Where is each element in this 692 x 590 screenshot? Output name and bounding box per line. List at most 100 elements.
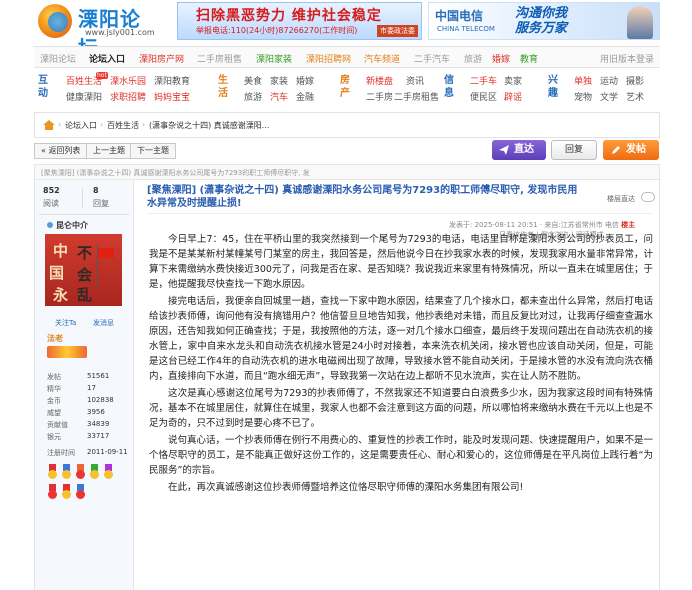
nav-item[interactable]: 教育 (520, 52, 538, 65)
nav-item[interactable]: 二手房租售 (197, 52, 242, 65)
banner2-brand-sub: CHINA TELECOM (437, 25, 495, 33)
cat-link[interactable]: 卖家 (504, 74, 522, 87)
stat-label: 精华 (47, 385, 61, 393)
cat-link[interactable]: 旅游 (244, 90, 262, 103)
avatar-char: 乱 (77, 286, 93, 304)
old-version-link[interactable]: 用旧版本登录 (600, 52, 654, 65)
nav-item[interactable]: 婚嫁 (492, 52, 510, 65)
back-to-list-button[interactable]: « 返回列表 (34, 143, 88, 159)
medal-icon[interactable] (75, 484, 86, 500)
stat-label: 贡献值 (47, 421, 68, 429)
new-post-button[interactable]: 发帖 (603, 140, 659, 160)
next-topic-button[interactable]: 下一主题 (130, 143, 176, 159)
cat-group-interact: 互动 百姓生活 溧水乐园 溧阳教育 健康溧阳 求职招聘 妈妈宝宝 hot (38, 72, 190, 104)
medal-icon[interactable] (61, 464, 72, 480)
breadcrumb-item[interactable]: 论坛入口 (65, 120, 97, 131)
nav-item-active[interactable]: 论坛入口 (89, 52, 125, 65)
cat-link[interactable]: 健康溧阳 (66, 90, 102, 103)
pencil-icon (612, 146, 620, 154)
cat-link[interactable]: 金融 (296, 90, 314, 103)
nav-item[interactable]: 旅游 (464, 52, 482, 65)
cat-link[interactable]: 二手房租售 (394, 90, 439, 103)
send-message-link[interactable]: 发消息 (93, 318, 114, 328)
nav-item[interactable]: 汽车频道 (364, 52, 400, 65)
cat-link[interactable]: 文学 (600, 90, 618, 103)
home-icon[interactable] (43, 120, 55, 130)
cat-link[interactable]: 宠物 (574, 90, 592, 103)
logo-globe-icon (48, 12, 68, 32)
cat-link[interactable]: 摄影 (626, 74, 644, 87)
floor-jump-icon[interactable] (641, 192, 655, 202)
author-sidebar: 852 阅读 8 回复 昆仑中介 中 不 国 会 永 乱 关注Ta 发消息 法老… (35, 180, 134, 590)
medal-icon[interactable] (61, 484, 72, 500)
follow-link[interactable]: 关注Ta (55, 318, 76, 328)
stat-value: 3956 (87, 408, 105, 416)
site-logo[interactable]: 溧阳论坛 www.jsly001.com (38, 2, 158, 60)
reply-button[interactable]: 回复 (551, 140, 597, 160)
cat-link[interactable]: 二手车 (470, 74, 497, 87)
stat-label: 发帖 (47, 373, 61, 381)
post-paragraph: 这次是真心感谢这位尾号为7293的抄表师傅了，不然我家还不知道要白白浪费多少水，… (149, 388, 653, 429)
stat-label: 威望 (47, 409, 61, 417)
cat-link[interactable]: 便民区 (470, 90, 497, 103)
post-time: 发表于: 2025-08-11 20:51 · 来自:江苏省常州市 电信 (449, 221, 619, 229)
medal-icon[interactable] (103, 464, 114, 480)
cat-group-title: 互动 (38, 75, 48, 99)
banner1-title: 扫除黑恶势力 维护社会稳定 (196, 8, 382, 24)
cat-link[interactable]: 溧阳教育 (154, 74, 190, 87)
medal-icon[interactable] (75, 464, 86, 480)
nav-item[interactable]: 溧阳家装 (256, 52, 292, 65)
breadcrumb-current[interactable]: (潇事杂说之十四) 真诚感谢溧阳... (149, 120, 269, 131)
new-post-label: 发帖 (626, 144, 646, 155)
cat-link[interactable]: 资讯 (406, 74, 424, 87)
banner2-slogan-1: 沟通你我 (515, 6, 568, 21)
nav-item[interactable]: 溧阳招聘网 (306, 52, 351, 65)
cat-link[interactable]: 汽车 (270, 90, 288, 103)
post-title: [聚焦溧阳] (潇事杂说之十四) 真诚感谢溧阳水务公司尾号为7293的职工师傅尽… (147, 185, 578, 209)
breadcrumb-item[interactable]: 百姓生活 (107, 120, 139, 131)
stat-value: 33717 (87, 432, 110, 440)
flag-icon (98, 248, 114, 258)
post-paragraph: 今日早上7：45，住在平桥山里的我突然接到一个尾号为7293的电话，电话里自称是… (149, 234, 653, 290)
banner-ad-antigang[interactable]: 扫除黑恶势力 维护社会稳定 举报电话:110(24小时)87266270(工作时… (177, 2, 422, 40)
nav-item[interactable]: 溧阳论坛 (40, 52, 76, 65)
nav-item[interactable]: 溧阳房产网 (139, 52, 184, 65)
stat-value: 102838 (87, 396, 114, 404)
views-label: 阅读 (43, 199, 59, 208)
cat-link[interactable]: 求职招聘 (110, 90, 146, 103)
cat-link[interactable]: 运动 (600, 74, 618, 87)
cat-link[interactable]: 单独 (574, 74, 592, 87)
prev-topic-button[interactable]: 上一主题 (86, 143, 132, 159)
post-body: 今日早上7：45，住在平桥山里的我突然接到一个尾号为7293的电话，电话里自称是… (149, 232, 653, 497)
post-main: [聚焦溧阳] (潇事杂说之十四) 真诚感谢溧阳水务公司尾号为7293的职工师傅尽… (135, 180, 659, 590)
banner-ad-telecom[interactable]: 中国电信 CHINA TELECOM 沟通你我 服务万家 (428, 2, 660, 40)
avatar-char: 国 (49, 264, 65, 282)
cat-link[interactable]: 二手房 (366, 90, 393, 103)
floor-jump-label[interactable]: 楼层直达 (607, 194, 635, 204)
cat-link[interactable]: 新楼盘 (366, 74, 393, 87)
nav-item[interactable]: 二手汽车 (414, 52, 450, 65)
owner-badge: 楼主 (621, 221, 636, 229)
banner2-slogan: 沟通你我 服务万家 (515, 6, 567, 36)
quick-jump-button[interactable]: 直达 (492, 140, 546, 160)
author-name[interactable]: 昆仑中介 (47, 220, 88, 231)
banner2-brand: 中国电信 (435, 9, 484, 23)
avatar[interactable]: 中 不 国 会 永 乱 (45, 234, 122, 306)
cat-link[interactable]: 婚嫁 (296, 74, 314, 87)
breadcrumb-separator: › (100, 120, 104, 129)
avatar-char: 会 (77, 266, 93, 284)
avatar-char: 中 (53, 242, 69, 260)
medal-icon[interactable] (89, 464, 100, 480)
cat-link[interactable]: 艺术 (626, 90, 644, 103)
medal-icon[interactable] (47, 484, 58, 500)
cat-link[interactable]: 家装 (270, 74, 288, 87)
thread-subject-text: [聚焦溧阳] (潇事杂说之十四) 真诚感谢溧阳水务公司尾号为7293的职工师傅尽… (41, 169, 310, 177)
quick-jump-label: 直达 (514, 144, 534, 155)
post-paragraph: 在此，再次真诚感谢这位抄表师傅暨培养这位恪尽职守师傅的溧阳水务集团有限公司! (168, 482, 524, 493)
cat-link[interactable]: 妈妈宝宝 (154, 90, 190, 103)
cat-link[interactable]: 辟谣 (504, 90, 522, 103)
medal-icon[interactable] (47, 464, 58, 480)
cat-link[interactable]: 溧水乐园 (110, 74, 146, 87)
cat-link[interactable]: 美食 (244, 74, 262, 87)
top-nav: 溧阳论坛 论坛入口 溧阳房产网 二手房租售 溧阳家装 溧阳招聘网 汽车频道 二手… (34, 46, 660, 68)
